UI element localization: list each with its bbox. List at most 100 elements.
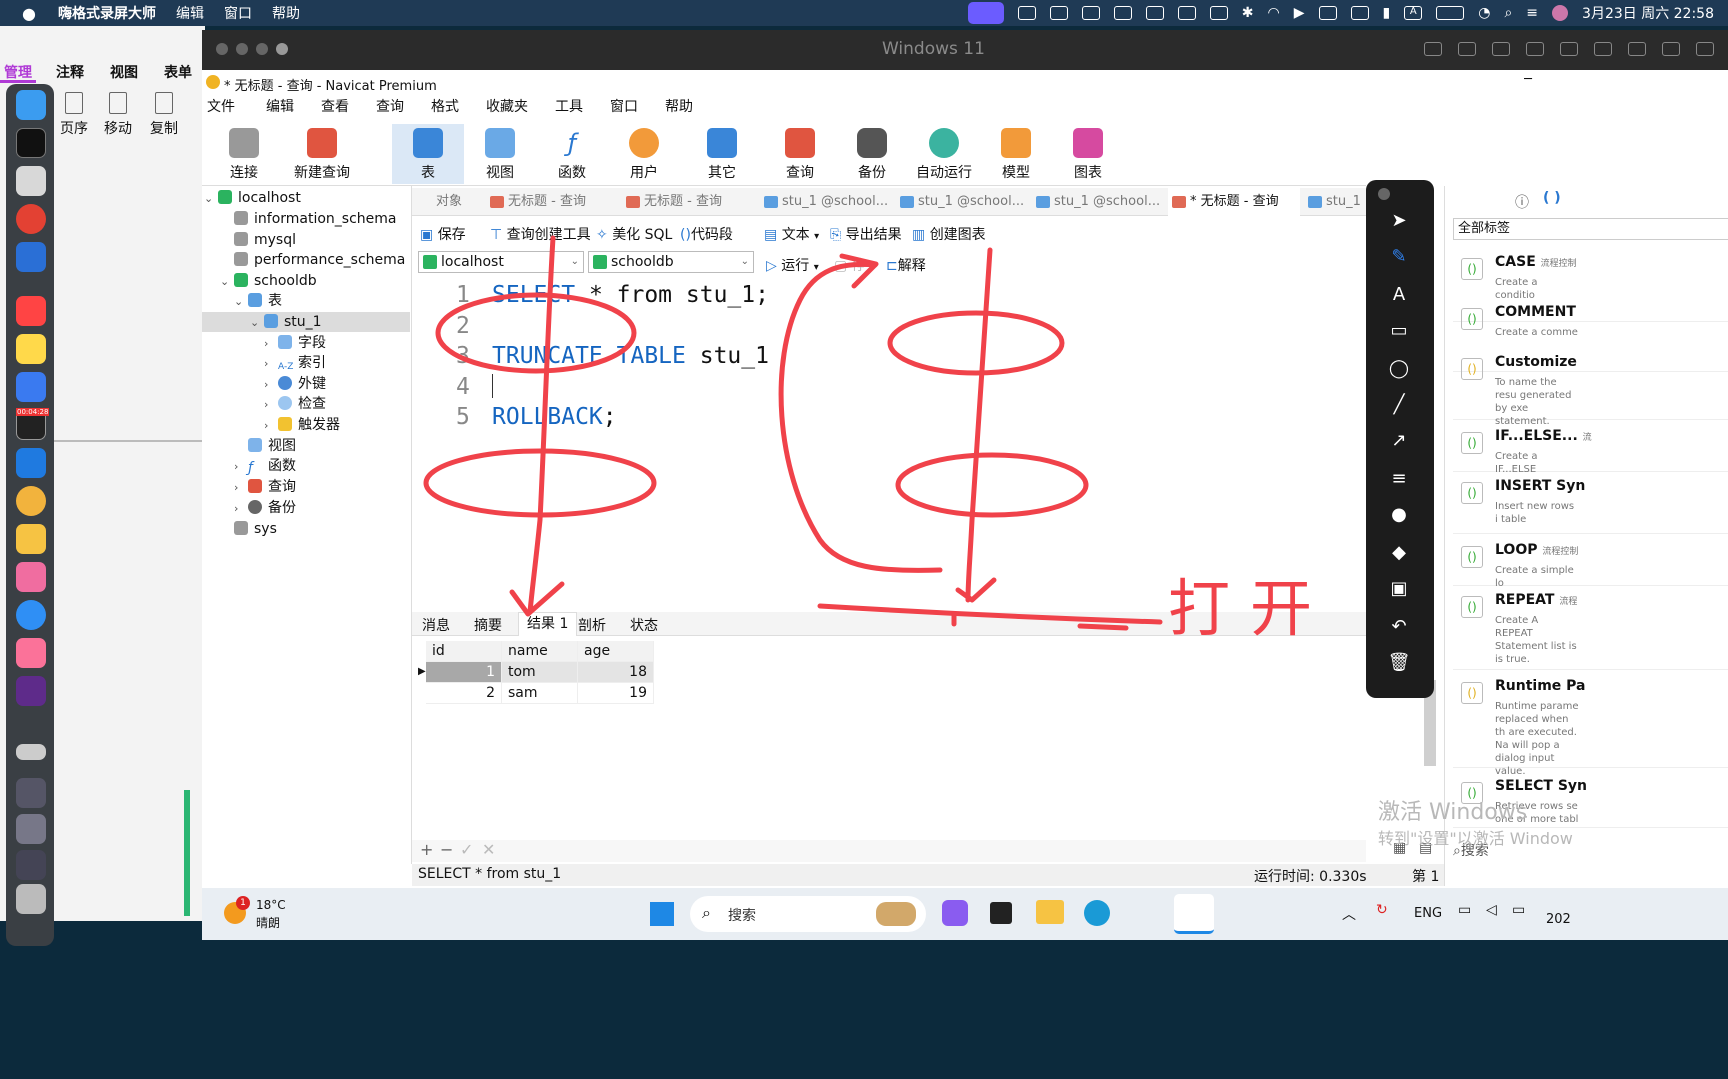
table-cell[interactable]: tom — [502, 662, 578, 683]
mac-menu-window[interactable]: 窗口 — [224, 3, 252, 23]
color-drop-icon[interactable]: ● — [1386, 504, 1412, 526]
trash-icon[interactable] — [16, 884, 46, 914]
tree-checks[interactable]: › 检查 — [264, 394, 326, 414]
language-indicator[interactable]: ENG — [1414, 906, 1442, 921]
column-header-age[interactable]: age — [578, 641, 654, 662]
add-row-button[interactable]: + — [420, 840, 433, 859]
wifi-icon[interactable]: ◔ — [1478, 5, 1490, 21]
toolbar-view[interactable]: 视图 — [464, 124, 536, 184]
code-line-5[interactable]: ROLLBACK; — [492, 404, 617, 430]
tab-objects[interactable]: 对象 — [416, 188, 462, 216]
bluetooth-icon[interactable]: ✱ — [1242, 5, 1254, 21]
menu-window[interactable]: 窗口 — [605, 96, 652, 120]
tree-queries[interactable]: › 查询 — [234, 477, 296, 497]
toolbar-table[interactable]: 表 — [392, 124, 464, 184]
tree-views[interactable]: 视图 — [248, 436, 296, 456]
trash-icon[interactable]: 🗑 — [1386, 652, 1412, 674]
preview-icon[interactable] — [16, 778, 46, 808]
table-cell[interactable]: 19 — [578, 683, 654, 704]
chevron-right-icon[interactable]: › — [264, 354, 278, 374]
window-mode-icon[interactable] — [1696, 42, 1714, 56]
toolbar-user[interactable]: 用户 — [608, 124, 680, 184]
cpu-icon[interactable] — [1458, 42, 1476, 56]
tree-backups[interactable]: › 备份 — [234, 498, 296, 518]
tree-foreign-keys[interactable]: › 外键 — [264, 374, 326, 394]
delete-row-button[interactable]: − — [440, 840, 453, 859]
user-icon[interactable]: ▮ — [1383, 5, 1391, 21]
tree-tables-folder[interactable]: ⌄ 表 — [234, 291, 282, 311]
toolbar-function[interactable]: ƒ 函数 — [536, 124, 608, 184]
apple-icon[interactable]: ● — [22, 4, 36, 23]
chevron-right-icon[interactable]: › — [264, 416, 278, 436]
menu-file[interactable]: 文件 — [202, 96, 249, 120]
search-icon[interactable]: ⌕ — [1504, 5, 1512, 21]
screen-record-icon[interactable] — [967, 2, 1004, 24]
mic-icon[interactable] — [1628, 42, 1646, 56]
paw-icon[interactable] — [16, 486, 46, 516]
info-icon[interactable]: ⓘ — [1515, 192, 1529, 212]
undo-icon[interactable]: ↶ — [1386, 616, 1412, 638]
result-tab-status[interactable]: 状态 — [630, 615, 658, 635]
left-menu-view[interactable]: 视图 — [110, 62, 138, 82]
toolbar-connect[interactable]: 连接 — [208, 124, 280, 184]
snippet-tag-filter[interactable]: 全部标签 — [1453, 218, 1728, 240]
launchpad-icon[interactable] — [16, 166, 46, 196]
chevron-down-icon[interactable]: ⌄ — [250, 313, 264, 333]
table-cell[interactable]: sam — [502, 683, 578, 704]
chevron-right-icon[interactable]: › — [234, 478, 248, 498]
tree-fields[interactable]: › 字段 — [264, 333, 326, 353]
keynote-icon[interactable] — [16, 562, 46, 592]
toolbar-query[interactable]: 查询 — [764, 124, 836, 184]
menu-format[interactable]: 格式 — [426, 96, 473, 120]
snippet-item[interactable]: () Runtime Pa Runtime parame replaced when… — [1453, 672, 1728, 777]
toolbar-backup[interactable]: 备份 — [836, 124, 908, 184]
tray-overflow-icon[interactable]: ︿ — [1342, 904, 1356, 924]
tab-stu1-4[interactable]: stu_1 — [1304, 188, 1361, 216]
chevron-right-icon[interactable]: › — [264, 395, 278, 415]
edge-icon[interactable] — [1084, 900, 1110, 926]
chevron-right-icon[interactable]: › — [234, 499, 248, 519]
screenshot-icon[interactable] — [16, 814, 46, 844]
sync-icon[interactable]: ↻ — [1376, 902, 1388, 918]
toolbar-other[interactable]: 其它 — [686, 124, 758, 184]
camera-tray-icon[interactable] — [1049, 6, 1068, 20]
mac-app-name[interactable]: 嗨格式录屏大师 — [58, 3, 156, 23]
tab-stu1-1[interactable]: stu_1 @school... — [760, 188, 888, 216]
file-explorer-icon[interactable] — [1036, 900, 1064, 924]
tab-query-active[interactable]: * 无标题 - 查询 — [1168, 188, 1300, 216]
snippet-button[interactable]: ()代码段 — [680, 224, 733, 244]
vm-close-button[interactable] — [216, 43, 228, 55]
toolbar-model[interactable]: 模型 — [980, 124, 1052, 184]
app-tray-icon[interactable] — [1081, 6, 1100, 20]
tab-stu1-2[interactable]: stu_1 @school... — [896, 188, 1024, 216]
task-view-icon[interactable] — [990, 902, 1012, 924]
tree-db-schooldb[interactable]: ⌄ schooldb — [220, 271, 317, 291]
word-tray-icon[interactable] — [1113, 6, 1132, 20]
left-tool-page[interactable]: 页序 — [56, 92, 92, 138]
result-tab-profile[interactable]: 剖析 — [578, 615, 606, 635]
vm-minimize-button[interactable] — [236, 43, 248, 55]
code-line-1[interactable]: SELECT * from stu_1; — [492, 282, 769, 308]
result-tab-summary[interactable]: 摘要 — [474, 615, 502, 635]
gear-tray-icon[interactable] — [1177, 6, 1196, 20]
tree-db-performance-schema[interactable]: performance_schema — [234, 250, 405, 270]
left-tool-copy[interactable]: 复制 — [146, 92, 182, 138]
line-tool-icon[interactable]: ╱ — [1386, 394, 1412, 416]
copilot-icon[interactable] — [942, 900, 968, 926]
sql-editor[interactable]: 1 2 3 4 5 SELECT * from stu_1; TRUNCATE … — [412, 278, 1366, 608]
mac-menu-edit[interactable]: 编辑 — [176, 3, 204, 23]
pen-app-icon[interactable] — [16, 676, 46, 706]
chevron-down-icon[interactable]: ⌄ — [220, 272, 234, 292]
query-builder-button[interactable]: ⊤ 查询创建工具 — [490, 224, 591, 244]
chevron-down-icon[interactable]: ⌄ — [234, 292, 248, 312]
table-cell[interactable]: 2 — [426, 683, 502, 704]
notepad-taskbar-icon[interactable] — [1174, 894, 1214, 934]
bilibili-icon[interactable] — [16, 638, 46, 668]
table-cell[interactable]: 1 — [426, 662, 502, 683]
chevron-down-icon[interactable]: ⌄ — [204, 189, 218, 209]
input-method-icon[interactable]: A — [1404, 6, 1423, 20]
finder-icon[interactable] — [16, 90, 46, 120]
run-button[interactable]: ▷ 运行 ▾ — [766, 255, 819, 275]
apply-button[interactable]: ✓ — [460, 840, 473, 859]
table-cell[interactable]: 18 — [578, 662, 654, 683]
